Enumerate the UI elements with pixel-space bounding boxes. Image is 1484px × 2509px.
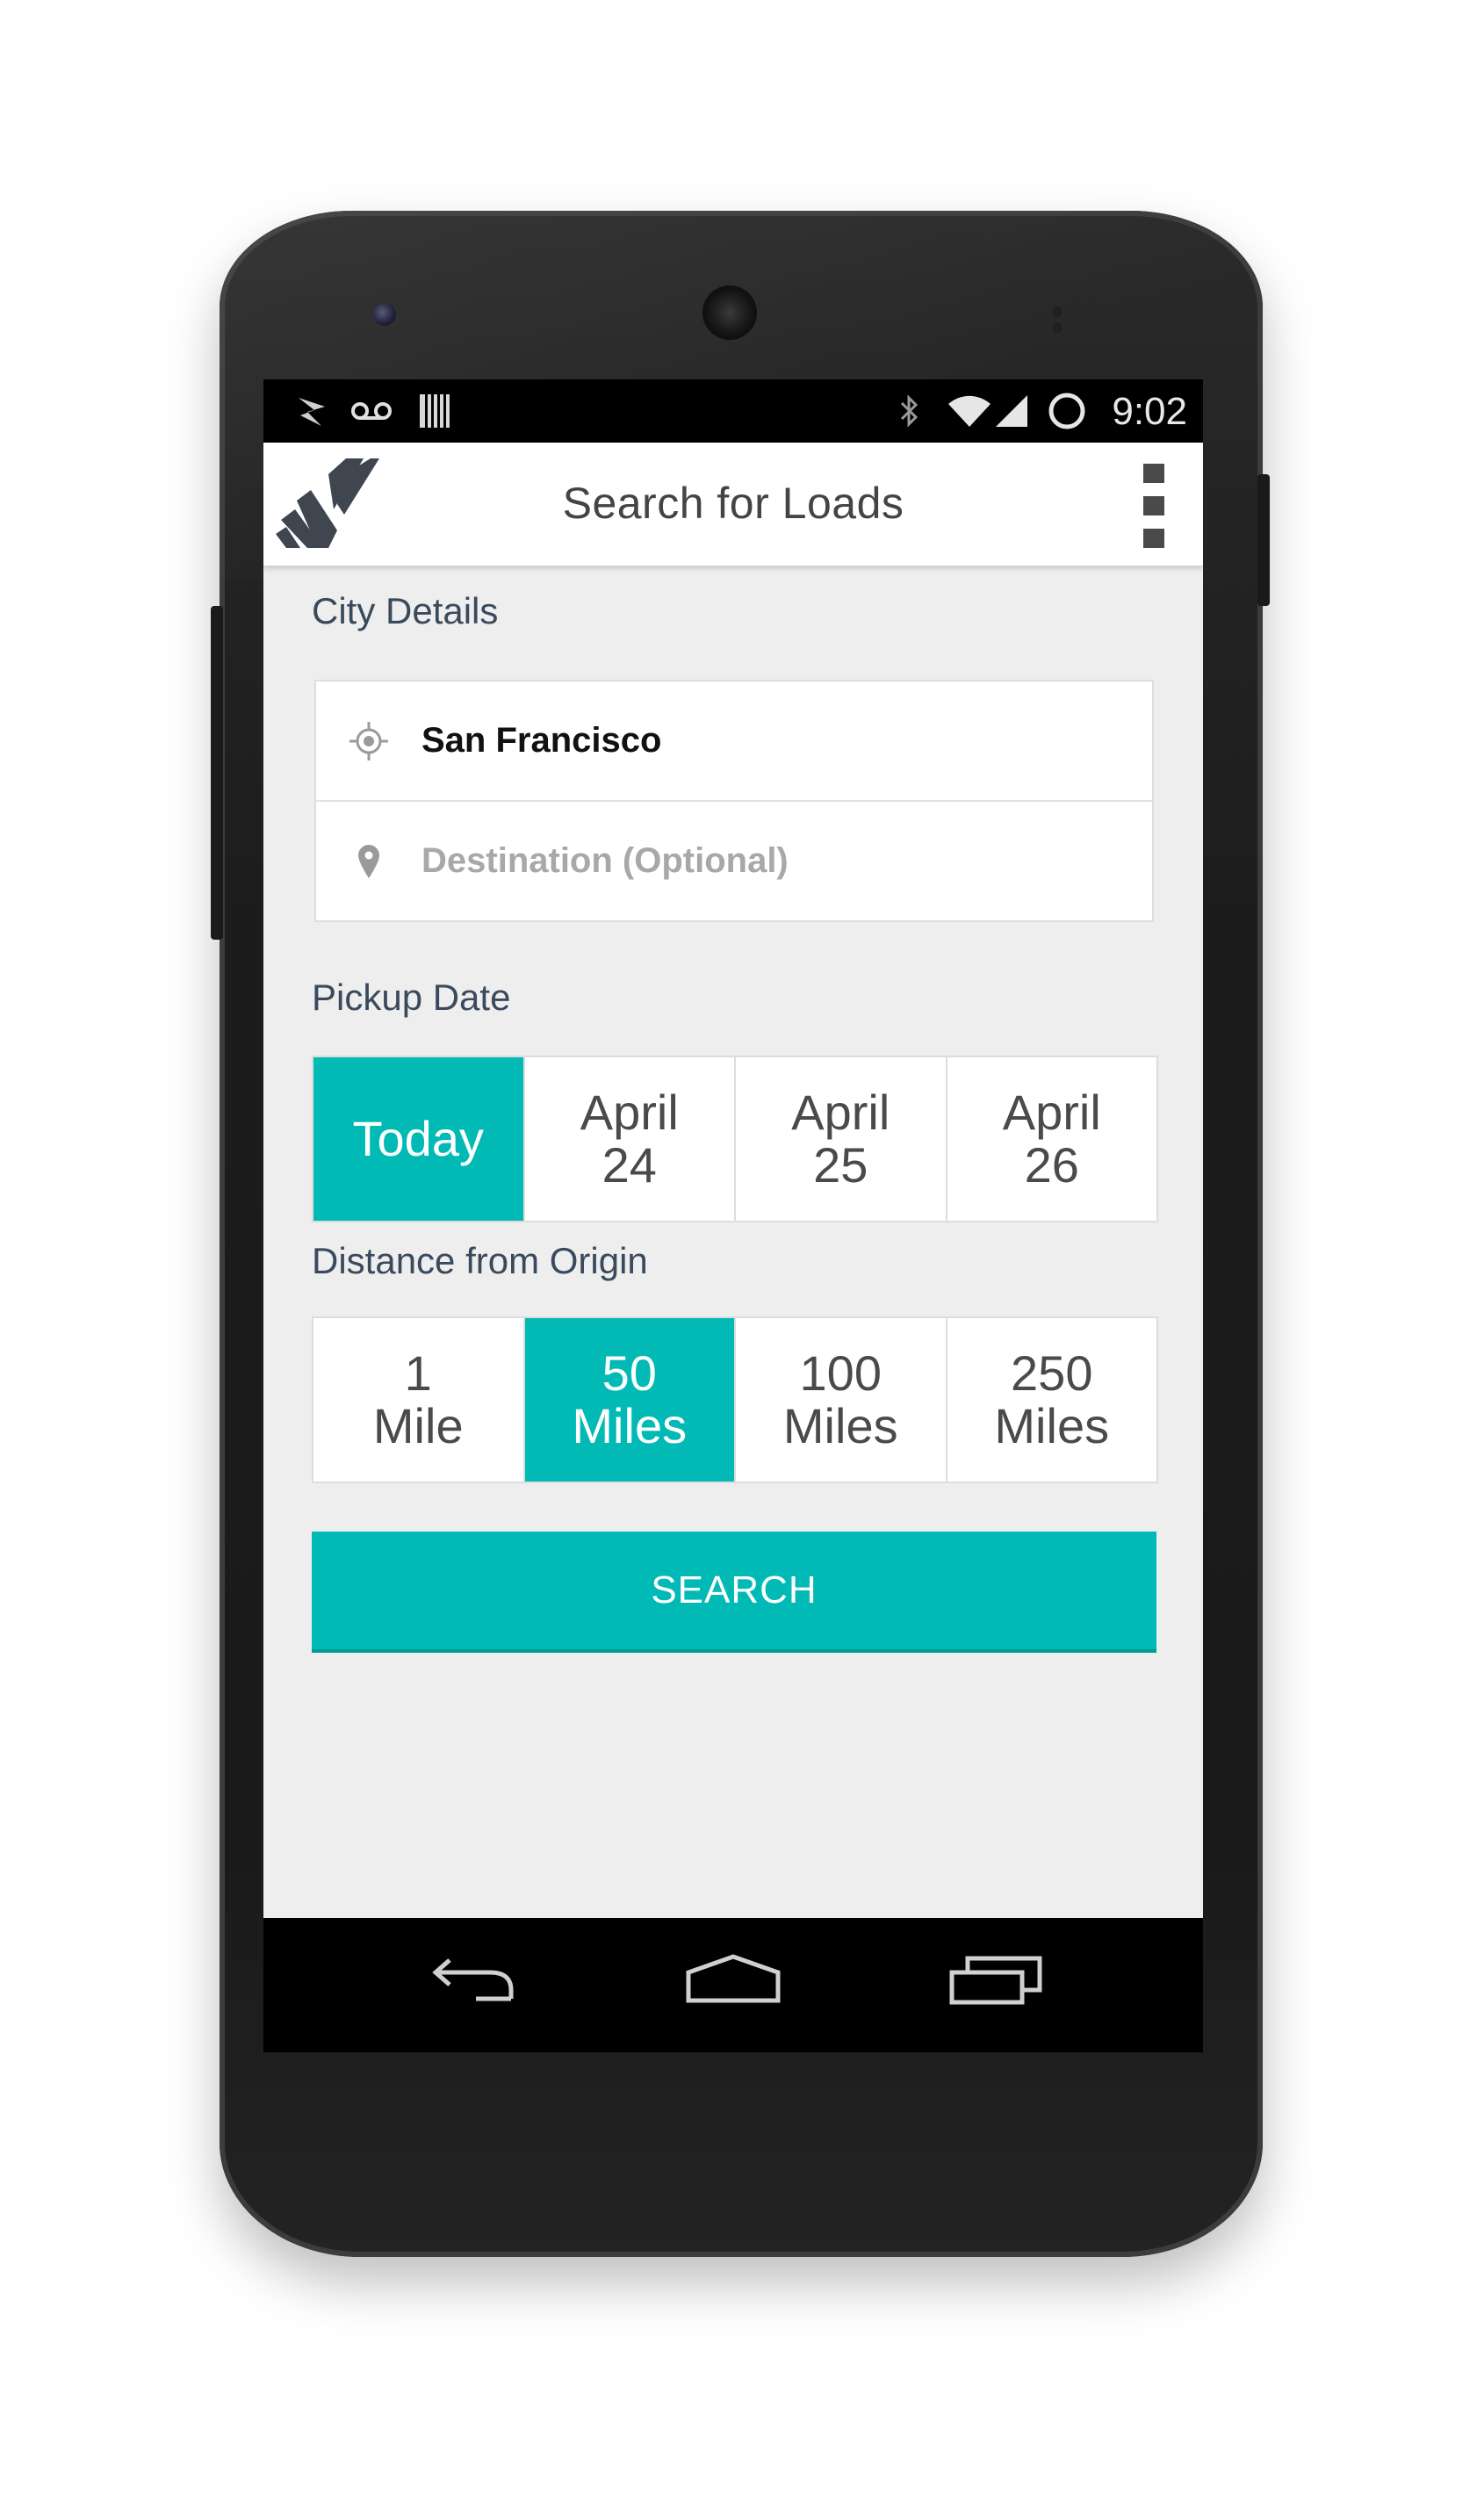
pickup-date-selector: Today April 24 April 25 April 26 <box>312 1056 1158 1222</box>
device-screen: 9:02 Search for Loads City Details San F… <box>263 379 1203 2052</box>
distance-option-100[interactable]: 100 Miles <box>736 1318 947 1482</box>
status-bar: 9:02 <box>263 379 1203 443</box>
signal-icon <box>994 393 1029 429</box>
city-details-card: San Francisco Destination (Optional) <box>314 680 1154 922</box>
distance-selector: 1 Mile 50 Miles 100 Miles 250 Miles <box>312 1316 1158 1483</box>
navigation-bar <box>263 1918 1203 2052</box>
proximity-sensors <box>1052 306 1087 333</box>
barcode-icon <box>418 393 451 429</box>
destination-field[interactable]: Destination (Optional) <box>316 802 1152 920</box>
pickup-option-april-25[interactable]: April 25 <box>736 1057 947 1221</box>
sync-circle-icon <box>1047 393 1087 429</box>
distance-option-50[interactable]: 50 Miles <box>524 1318 736 1482</box>
option-line1: Today <box>352 1111 484 1166</box>
option-line2: Miles <box>572 1398 688 1453</box>
search-form: City Details San Francisco Destination (… <box>263 566 1203 1918</box>
distance-option-250[interactable]: 250 Miles <box>947 1318 1156 1482</box>
distance-label: Distance from Origin <box>312 1240 648 1281</box>
pickup-option-april-26[interactable]: April 26 <box>947 1057 1156 1221</box>
volume-button <box>211 606 223 940</box>
option-line2: Miles <box>994 1398 1110 1453</box>
locate-icon <box>316 720 421 762</box>
origin-field[interactable]: San Francisco <box>316 681 1152 800</box>
option-line1: April <box>1002 1085 1101 1140</box>
app-bar: Search for Loads <box>263 443 1203 566</box>
option-line2: 26 <box>1024 1137 1079 1193</box>
option-line2: 24 <box>602 1137 657 1193</box>
home-icon[interactable] <box>685 1953 782 2010</box>
option-line2: Miles <box>782 1398 898 1453</box>
page-title: Search for Loads <box>562 479 904 528</box>
origin-value: San Francisco <box>421 721 662 760</box>
back-icon[interactable] <box>427 1953 518 2010</box>
destination-placeholder: Destination (Optional) <box>421 841 789 880</box>
option-line2: Mile <box>372 1398 464 1453</box>
pickup-option-today[interactable]: Today <box>313 1057 525 1221</box>
pickup-option-april-24[interactable]: April 24 <box>524 1057 736 1221</box>
option-line1: 250 <box>1011 1345 1093 1401</box>
search-button[interactable]: SEARCH <box>312 1532 1156 1653</box>
option-line1: 50 <box>602 1345 657 1401</box>
wifi-icon <box>947 393 992 429</box>
option-line2: 25 <box>813 1137 868 1193</box>
arrow-notification-icon <box>295 393 330 429</box>
pickup-date-label: Pickup Date <box>312 977 511 1018</box>
option-line1: 100 <box>799 1345 882 1401</box>
city-details-label: City Details <box>312 590 499 631</box>
power-button <box>1257 474 1270 606</box>
option-line1: April <box>580 1085 679 1140</box>
option-line1: April <box>791 1085 890 1140</box>
recents-icon[interactable] <box>948 1953 1045 2010</box>
status-time: 9:02 <box>1112 390 1187 433</box>
map-pin-icon <box>316 843 421 880</box>
overflow-menu-icon[interactable] <box>1143 464 1166 548</box>
voicemail-icon <box>349 393 393 429</box>
bluetooth-icon <box>897 393 920 429</box>
distance-option-1[interactable]: 1 Mile <box>313 1318 525 1482</box>
option-line1: 1 <box>404 1345 432 1401</box>
front-camera <box>373 303 396 326</box>
earpiece-speaker <box>702 285 757 340</box>
